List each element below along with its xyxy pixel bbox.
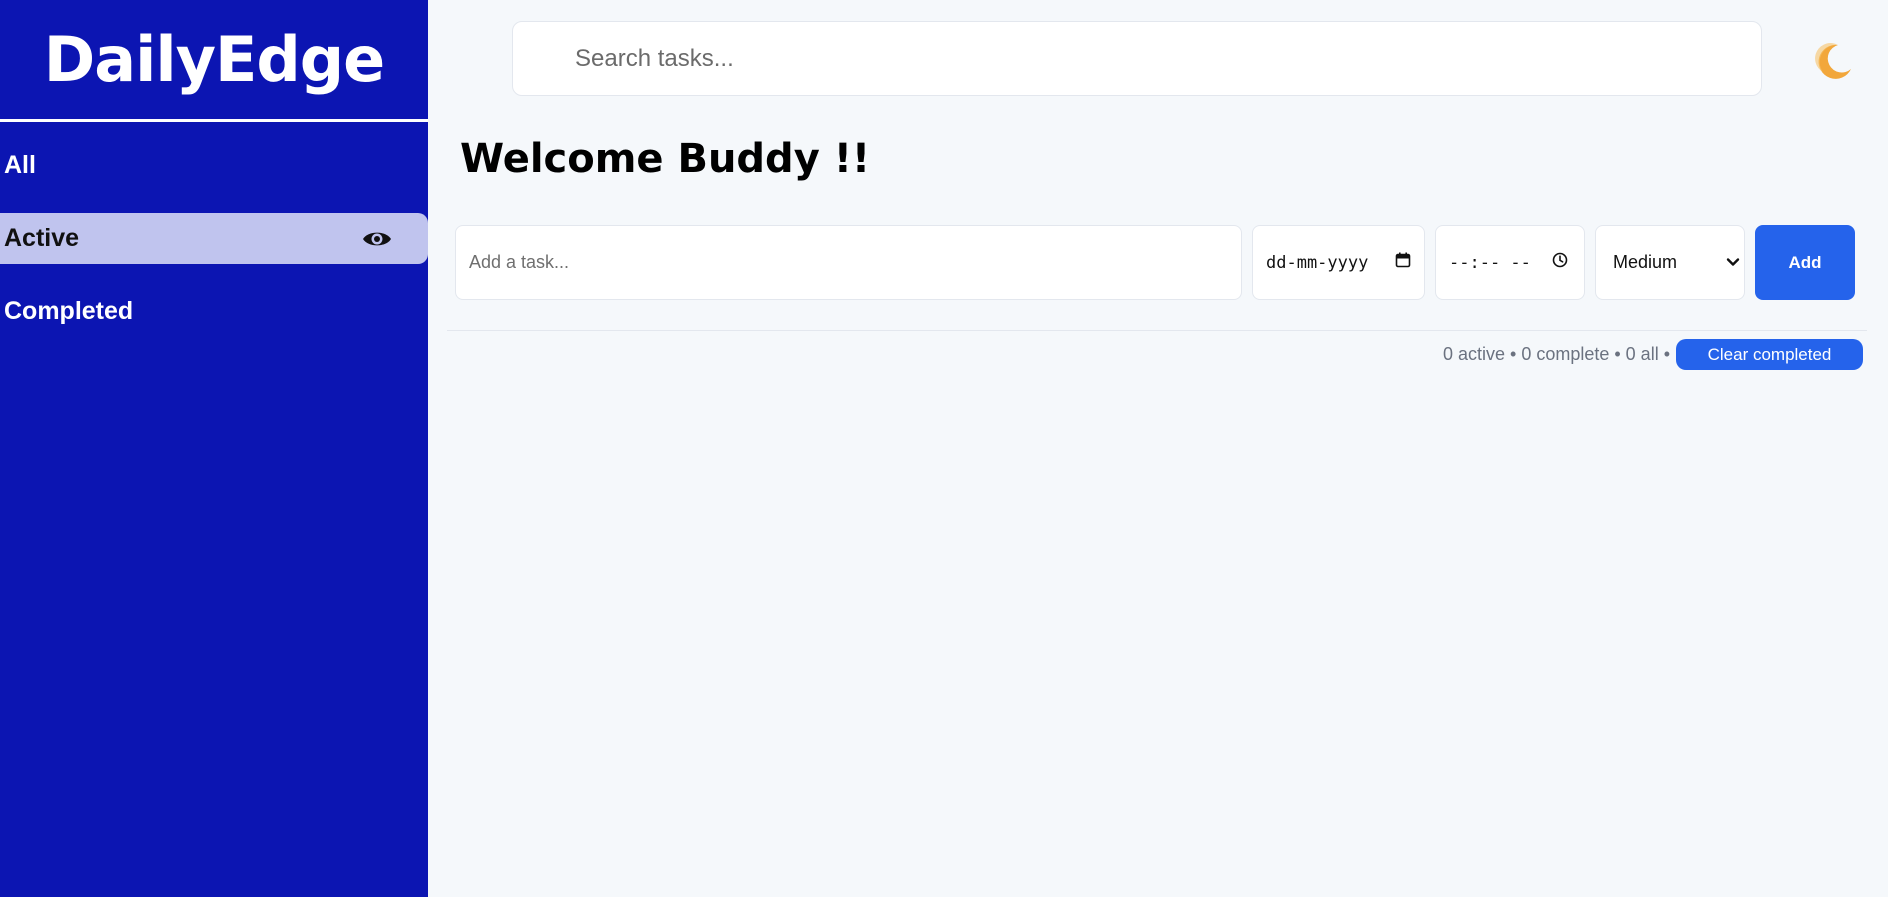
sidebar-item-label: Active bbox=[4, 224, 80, 252]
sidebar-item-active[interactable]: Active bbox=[0, 213, 428, 264]
sidebar-nav: All Active Completed bbox=[0, 122, 428, 337]
task-stats: 0 active • 0 complete • 0 all • Clear co… bbox=[1443, 339, 1863, 370]
page-title: Welcome Buddy !! bbox=[460, 136, 871, 182]
sidebar-item-label: All bbox=[4, 151, 36, 179]
clock-icon[interactable] bbox=[1552, 252, 1568, 273]
brand-header: DailyEdge bbox=[0, 0, 428, 122]
add-task-button[interactable]: Add bbox=[1755, 225, 1855, 300]
moon-icon[interactable] bbox=[1814, 42, 1854, 82]
time-input[interactable]: --:-- -- bbox=[1435, 225, 1585, 300]
main-content: Welcome Buddy !! dd-mm-yyyy --:-- -- bbox=[428, 0, 1888, 897]
date-input[interactable]: dd-mm-yyyy bbox=[1252, 225, 1425, 300]
chevron-down-icon bbox=[1726, 254, 1740, 272]
divider bbox=[447, 330, 1867, 331]
eye-icon bbox=[362, 229, 392, 249]
task-input[interactable] bbox=[456, 226, 1241, 299]
stats-text: 0 active • 0 complete • 0 all • bbox=[1442, 344, 1670, 364]
time-placeholder: --:-- -- bbox=[1449, 252, 1531, 273]
brand-logo: DailyEdge bbox=[43, 23, 385, 96]
priority-value: Medium bbox=[1613, 252, 1678, 272]
date-placeholder: dd-mm-yyyy bbox=[1266, 252, 1369, 273]
search-input[interactable] bbox=[513, 22, 1761, 95]
clear-completed-button[interactable]: Clear completed bbox=[1676, 339, 1863, 370]
task-field bbox=[455, 225, 1242, 300]
search-bar bbox=[512, 21, 1762, 96]
priority-select[interactable]: Medium bbox=[1595, 225, 1745, 300]
calendar-icon[interactable] bbox=[1395, 252, 1411, 273]
sidebar-item-label: Completed bbox=[4, 297, 134, 325]
sidebar-item-completed[interactable]: Completed bbox=[0, 286, 428, 337]
sidebar-item-all[interactable]: All bbox=[0, 140, 428, 191]
sidebar: DailyEdge All Active Completed bbox=[0, 0, 428, 897]
